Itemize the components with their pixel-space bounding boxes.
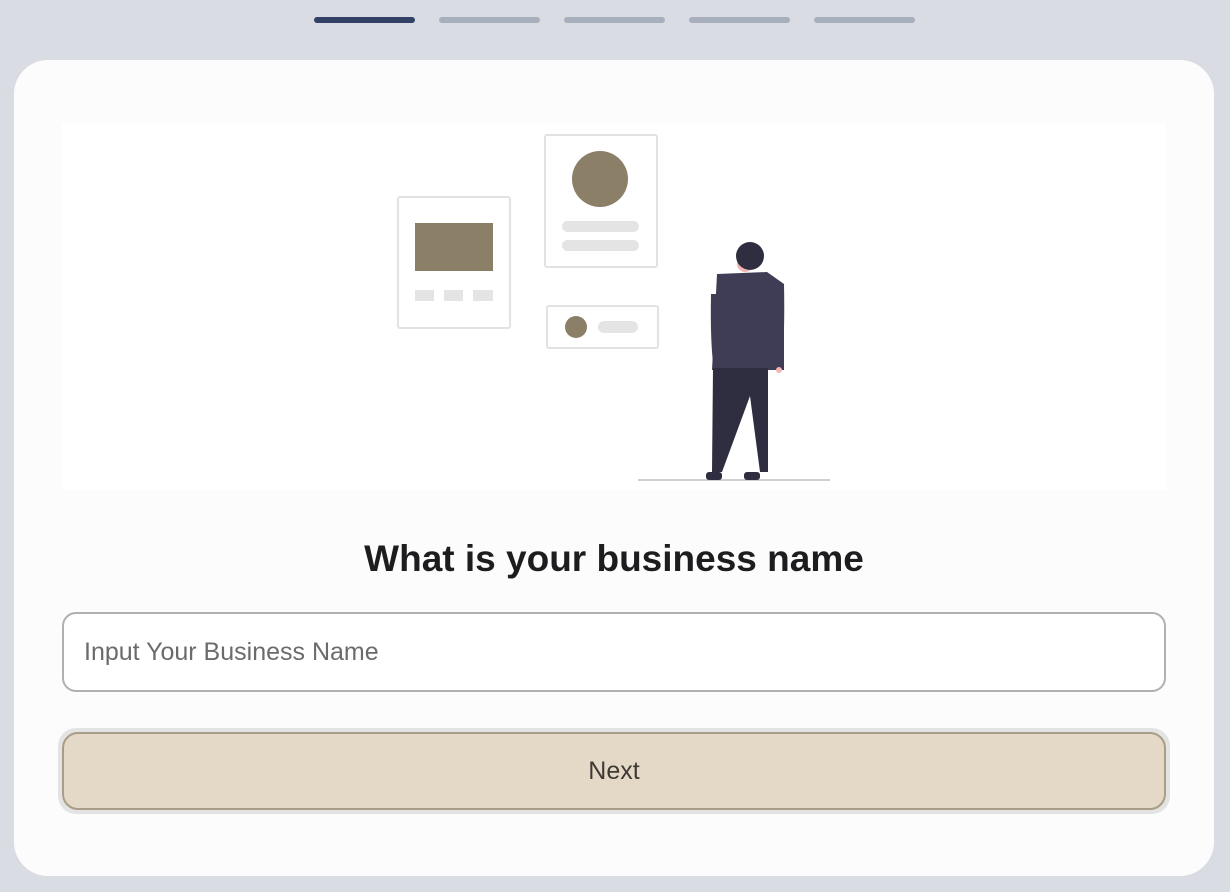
progress-step-3 [564, 17, 665, 23]
progress-step-4 [689, 17, 790, 23]
onboarding-card: What is your business name Next [14, 60, 1214, 876]
progress-steps [314, 17, 915, 23]
next-button[interactable]: Next [62, 732, 1166, 810]
progress-step-5 [814, 17, 915, 23]
progress-step-1 [314, 17, 415, 23]
illustration [62, 124, 1166, 490]
next-button-focus-ring: Next [58, 728, 1170, 814]
progress-step-2 [439, 17, 540, 23]
question-title: What is your business name [364, 538, 864, 579]
person-viewing-profiles-illustration [397, 134, 830, 481]
business-name-input[interactable] [62, 612, 1166, 692]
